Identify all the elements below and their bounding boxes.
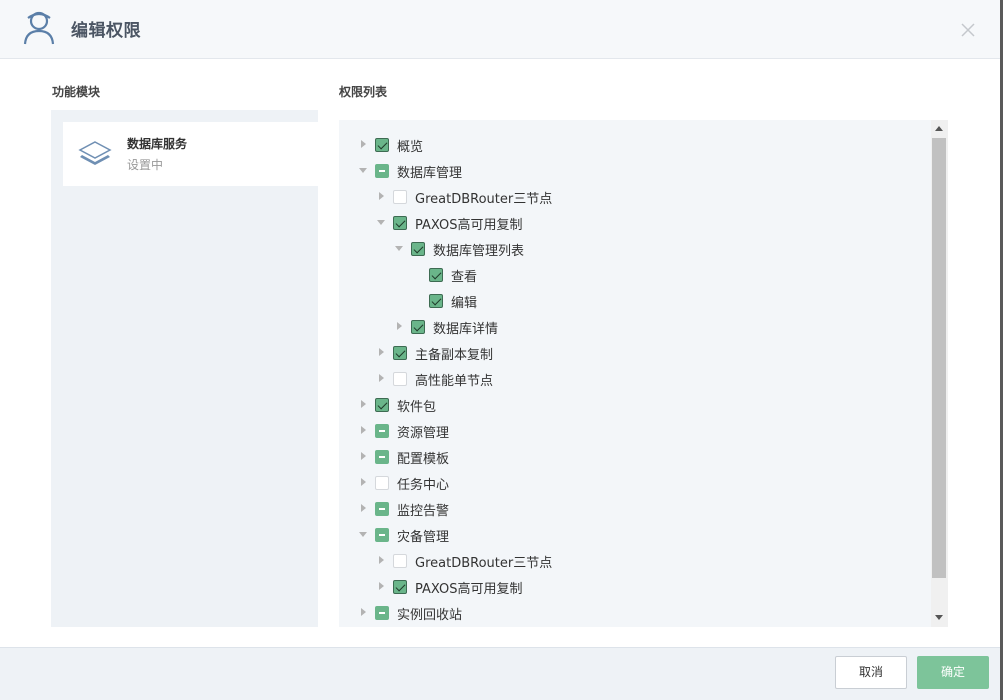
expand-arrow-icon[interactable] xyxy=(361,140,366,148)
module-status: 设置中 xyxy=(127,158,164,172)
tree-node-label: PAXOS高可用复制 xyxy=(415,582,523,597)
expand-arrow-icon[interactable] xyxy=(377,220,385,225)
dialog-header: 编辑权限 xyxy=(0,0,1000,59)
tree-node-label: 软件包 xyxy=(397,400,437,415)
tree-node: 数据库管理列表 xyxy=(339,236,931,262)
module-list: 数据库服务 设置中 xyxy=(51,110,318,627)
expand-arrow-icon[interactable] xyxy=(359,168,367,173)
cancel-button[interactable]: 取消 xyxy=(835,656,907,689)
tree-node-label: 灾备管理 xyxy=(397,530,450,545)
tree-node-label: 资源管理 xyxy=(397,426,450,441)
tree-node: PAXOS高可用复制 xyxy=(339,574,931,600)
expand-arrow-icon[interactable] xyxy=(361,452,366,460)
permission-checkbox[interactable] xyxy=(393,554,407,568)
expand-arrow-icon[interactable] xyxy=(361,504,366,512)
module-name: 数据库服务 xyxy=(127,137,188,151)
permission-checkbox[interactable] xyxy=(375,450,389,464)
permission-checkbox[interactable] xyxy=(393,580,407,594)
permission-checkbox[interactable] xyxy=(429,268,443,282)
permission-checkbox[interactable] xyxy=(393,346,407,360)
tree-node: PAXOS高可用复制 xyxy=(339,210,931,236)
permission-checkbox[interactable] xyxy=(375,502,389,516)
permission-checkbox[interactable] xyxy=(375,398,389,412)
tree-node-label: 监控告警 xyxy=(397,504,450,519)
tree-scrollbar[interactable] xyxy=(931,120,948,627)
tree-node: 配置模板 xyxy=(339,444,931,470)
tree-node: 查看 xyxy=(339,262,931,288)
permission-checkbox[interactable] xyxy=(411,320,425,334)
tree-node-label: 数据库管理 xyxy=(397,166,463,181)
permission-checkbox[interactable] xyxy=(429,294,443,308)
tree-node: 主备副本复制 xyxy=(339,340,931,366)
tree-node: GreatDBRouter三节点 xyxy=(339,184,931,210)
permissions-section-label: 权限列表 xyxy=(339,85,388,99)
tree-node-label: 实例回收站 xyxy=(397,608,463,623)
expand-arrow-icon[interactable] xyxy=(361,478,366,486)
scroll-up-arrow-icon[interactable] xyxy=(935,126,943,131)
expand-arrow-icon[interactable] xyxy=(379,374,384,382)
permission-checkbox[interactable] xyxy=(375,528,389,542)
tree-node: 实例回收站 xyxy=(339,600,931,626)
dialog-title: 编辑权限 xyxy=(71,21,141,41)
tree-node-label: 数据库管理列表 xyxy=(433,244,525,259)
tree-node: 任务中心 xyxy=(339,470,931,496)
permission-checkbox[interactable] xyxy=(411,242,425,256)
expand-arrow-icon[interactable] xyxy=(361,400,366,408)
permission-checkbox[interactable] xyxy=(375,606,389,620)
permission-checkbox[interactable] xyxy=(393,372,407,386)
user-icon xyxy=(23,11,55,45)
expand-arrow-icon[interactable] xyxy=(379,192,384,200)
expand-arrow-icon[interactable] xyxy=(397,322,402,330)
layers-icon xyxy=(78,141,112,165)
tree-node: 高性能单节点 xyxy=(339,366,931,392)
tree-node: 灾备管理 xyxy=(339,522,931,548)
tree-node: 资源管理 xyxy=(339,418,931,444)
permission-checkbox[interactable] xyxy=(375,164,389,178)
permission-checkbox[interactable] xyxy=(393,216,407,230)
edit-permission-dialog: 编辑权限 功能模块 权限列表 数据库服务 设置中 概览 数据库管理 GreatD… xyxy=(0,0,1000,700)
tree-node: 概览 xyxy=(339,132,931,158)
tree-node-label: 高性能单节点 xyxy=(415,374,494,389)
tree-node-label: 概览 xyxy=(397,140,424,155)
close-icon[interactable] xyxy=(958,20,978,40)
tree-node-label: GreatDBRouter三节点 xyxy=(415,556,553,571)
tree-node: 软件包 xyxy=(339,392,931,418)
tree-node-label: GreatDBRouter三节点 xyxy=(415,192,553,207)
permission-checkbox[interactable] xyxy=(393,190,407,204)
dialog-footer: 取消 确定 xyxy=(0,647,1000,700)
permission-checkbox[interactable] xyxy=(375,476,389,490)
expand-arrow-icon[interactable] xyxy=(361,608,366,616)
tree-node: 数据库详情 xyxy=(339,314,931,340)
tree-node: GreatDBRouter三节点 xyxy=(339,548,931,574)
expand-arrow-icon[interactable] xyxy=(379,582,384,590)
confirm-button[interactable]: 确定 xyxy=(917,656,989,689)
tree-node-label: 任务中心 xyxy=(397,478,450,493)
scroll-down-arrow-icon[interactable] xyxy=(935,615,943,620)
tree-node-label: 查看 xyxy=(451,270,478,285)
expand-arrow-icon[interactable] xyxy=(395,246,403,251)
tree-node-label: 配置模板 xyxy=(397,452,450,467)
tree-node-label: PAXOS高可用复制 xyxy=(415,218,523,233)
tree-node: 编辑 xyxy=(339,288,931,314)
module-item-database-service[interactable]: 数据库服务 设置中 xyxy=(63,122,318,186)
expand-arrow-icon[interactable] xyxy=(379,556,384,564)
tree-node: 数据库管理 xyxy=(339,158,931,184)
expand-arrow-icon[interactable] xyxy=(379,348,384,356)
tree-node-label: 数据库详情 xyxy=(433,322,499,337)
tree-node-label: 编辑 xyxy=(451,296,478,311)
expand-arrow-icon[interactable] xyxy=(361,426,366,434)
tree-node: 监控告警 xyxy=(339,496,931,522)
modules-section-label: 功能模块 xyxy=(52,85,101,99)
scrollbar-thumb[interactable] xyxy=(932,138,946,578)
permission-checkbox[interactable] xyxy=(375,424,389,438)
permission-checkbox[interactable] xyxy=(375,138,389,152)
expand-arrow-icon[interactable] xyxy=(359,532,367,537)
permission-tree: 概览 数据库管理 GreatDBRouter三节点 PAXOS高可用复制 数据库… xyxy=(339,120,948,627)
tree-node-label: 主备副本复制 xyxy=(415,348,494,363)
